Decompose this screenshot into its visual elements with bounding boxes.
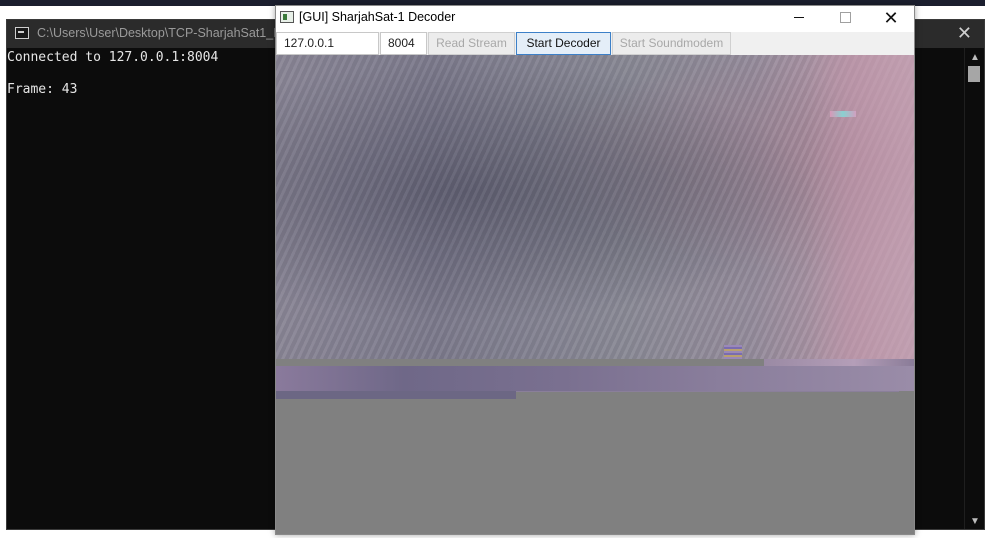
decoded-image-canvas: [276, 55, 914, 534]
maximize-icon: [839, 12, 851, 24]
console-app-icon: [15, 27, 29, 39]
scrollbar-thumb[interactable]: [968, 66, 980, 82]
console-scrollbar[interactable]: ▲ ▼: [964, 48, 984, 529]
gui-app-icon: [280, 11, 294, 23]
satellite-image-partial-row: [276, 366, 914, 391]
close-button[interactable]: ✕: [868, 6, 914, 31]
port-input[interactable]: 8004: [380, 32, 427, 55]
satellite-image-pink-terrain: [806, 55, 914, 359]
decode-glitch-artifact: [830, 111, 856, 117]
satellite-image-partial-row: [516, 391, 899, 392]
decode-glitch-artifact: [724, 345, 742, 359]
ip-address-input[interactable]: 127.0.0.1: [276, 32, 379, 55]
start-soundmodem-button[interactable]: Start Soundmodem: [612, 32, 731, 55]
satellite-image-partial-row: [276, 391, 516, 399]
decoder-titlebar[interactable]: [GUI] SharjahSat-1 Decoder ✕: [276, 6, 914, 32]
console-title: C:\Users\User\Desktop\TCP-SharjahSat1_Im…: [37, 26, 277, 40]
decoder-window-title: [GUI] SharjahSat-1 Decoder: [299, 10, 456, 24]
decoder-toolbar: 127.0.0.1 8004 Read Stream Start Decoder…: [276, 32, 914, 55]
close-icon: ✕: [883, 8, 899, 28]
console-close-icon[interactable]: ✕: [957, 23, 972, 43]
read-stream-button[interactable]: Read Stream: [428, 32, 515, 55]
decoder-window[interactable]: [GUI] SharjahSat-1 Decoder ✕ 127.0.0.1 8…: [275, 5, 915, 535]
minimize-button[interactable]: [776, 6, 822, 31]
scroll-down-icon[interactable]: ▼: [970, 516, 980, 527]
scroll-up-icon[interactable]: ▲: [970, 52, 980, 63]
maximize-button[interactable]: [822, 6, 868, 31]
start-decoder-button[interactable]: Start Decoder: [516, 32, 611, 55]
minimize-icon: [794, 17, 804, 19]
